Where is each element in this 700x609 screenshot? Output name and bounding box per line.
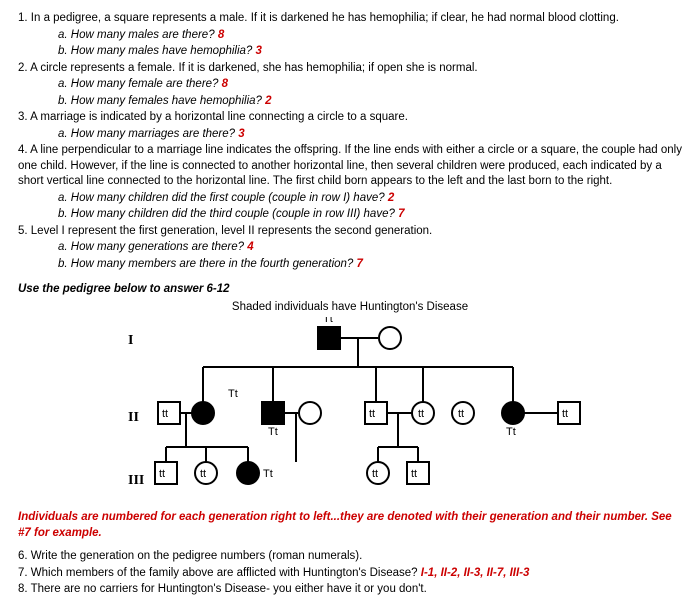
q2b: b. How many females have hemophilia? 2 <box>18 94 682 110</box>
q4b: b. How many children did the third coupl… <box>18 207 682 223</box>
q2a-ans: 8 <box>222 78 228 90</box>
q5-text: 5. Level I represent the first generatio… <box>18 224 682 240</box>
pedigree-chart: I II III Tt tt Tt Tt tt tt <box>118 317 638 502</box>
svg-text:tt: tt <box>159 468 165 480</box>
q5a: a. How many generations are there? 4 <box>18 240 682 256</box>
q1b: b. How many males have hemophilia? 3 <box>18 44 682 60</box>
gen-label-3: III <box>128 472 144 491</box>
q5a-ans: 4 <box>247 241 253 253</box>
svg-text:tt: tt <box>418 408 424 420</box>
q1a: a. How many males are there? 8 <box>18 28 682 44</box>
instruction-6-12: Use the pedigree below to answer 6-12 <box>18 282 682 298</box>
svg-text:tt: tt <box>562 408 568 420</box>
numbering-note: Individuals are numbered for each genera… <box>18 510 682 541</box>
q4-text: 4. A line perpendicular to a marriage li… <box>18 143 682 190</box>
svg-text:Tt: Tt <box>506 426 516 438</box>
q1a-text: a. How many males are there? <box>58 29 215 41</box>
q6: 6. Write the generation on the pedigree … <box>18 549 682 565</box>
genotype-label: Tt <box>323 317 333 325</box>
q5b-ans: 7 <box>357 258 363 270</box>
q4b-text: b. How many children did the third coupl… <box>58 208 395 220</box>
q1-text: 1. In a pedigree, a square represents a … <box>18 11 682 27</box>
q7-text: 7. Which members of the family above are… <box>18 567 418 579</box>
q5b: b. How many members are there in the fou… <box>18 257 682 273</box>
q2a-text: a. How many female are there? <box>58 78 218 90</box>
svg-text:tt: tt <box>458 408 464 420</box>
q8: 8. There are no carriers for Huntington'… <box>18 582 682 598</box>
q3-text: 3. A marriage is indicated by a horizont… <box>18 110 682 126</box>
svg-text:tt: tt <box>372 468 378 480</box>
pedigree-title: Shaded individuals have Huntington's Dis… <box>18 300 682 316</box>
q1b-text: b. How many males have hemophilia? <box>58 45 252 57</box>
q4a: a. How many children did the first coupl… <box>18 191 682 207</box>
q2b-text: b. How many females have hemophilia? <box>58 95 262 107</box>
svg-text:tt: tt <box>369 408 375 420</box>
q2a: a. How many female are there? 8 <box>18 77 682 93</box>
svg-text:tt: tt <box>200 468 206 480</box>
pedigree-svg: Tt tt Tt Tt tt tt tt <box>118 317 638 502</box>
q3a-ans: 3 <box>238 128 244 140</box>
q4a-ans: 2 <box>388 192 394 204</box>
q5b-text: b. How many members are there in the fou… <box>58 258 353 270</box>
q1a-ans: 8 <box>218 29 224 41</box>
q2-text: 2. A circle represents a female. If it i… <box>18 61 682 77</box>
svg-text:Tt: Tt <box>268 426 278 438</box>
male-affected-icon <box>318 327 340 349</box>
svg-text:tt: tt <box>411 468 417 480</box>
svg-text:Tt: Tt <box>263 468 273 480</box>
gen-label-1: I <box>128 332 133 351</box>
q4b-ans: 7 <box>398 208 404 220</box>
q4a-text: a. How many children did the first coupl… <box>58 192 385 204</box>
svg-text:Tt: Tt <box>228 388 238 400</box>
q7-ans: I-1, II-2, II-3, II-7, III-3 <box>421 567 530 579</box>
q7: 7. Which members of the family above are… <box>18 566 682 582</box>
q5a-text: a. How many generations are there? <box>58 241 244 253</box>
q3a-text: a. How many marriages are there? <box>58 128 235 140</box>
svg-text:tt: tt <box>162 408 168 420</box>
q2b-ans: 2 <box>265 95 271 107</box>
female-unaffected-icon <box>379 327 401 349</box>
q3a: a. How many marriages are there? 3 <box>18 127 682 143</box>
gen-label-2: II <box>128 409 139 428</box>
q1b-ans: 3 <box>256 45 262 57</box>
